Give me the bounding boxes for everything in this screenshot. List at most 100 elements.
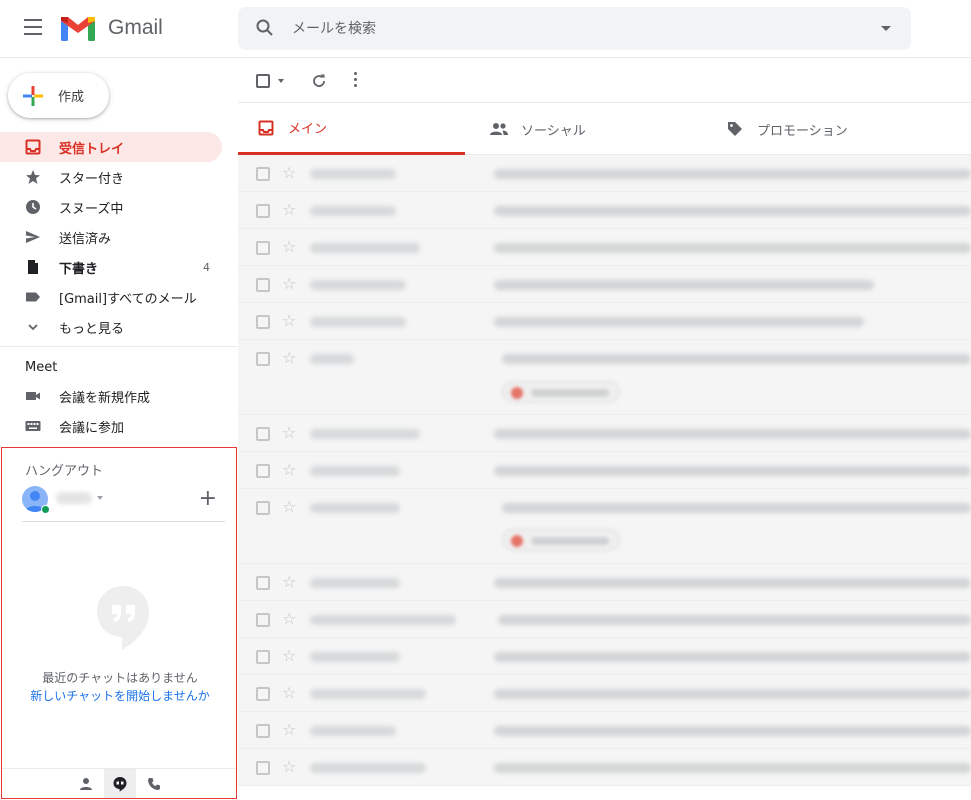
row-checkbox[interactable] [256,315,270,329]
star-toggle-icon[interactable]: ☆ [282,349,296,367]
email-row[interactable]: ☆ [238,266,971,303]
person-icon [80,777,92,790]
row-checkbox[interactable] [256,761,270,775]
email-row[interactable]: ☆ [238,415,971,452]
drafts-count: 4 [203,260,210,274]
select-all-checkbox[interactable] [256,74,270,88]
email-row[interactable]: ☆ [238,340,971,415]
email-row[interactable]: ☆ [238,452,971,489]
user-name-blurred[interactable] [56,492,92,504]
mail-toolbar [238,58,971,103]
star-toggle-icon[interactable]: ☆ [282,684,296,702]
compose-button[interactable]: 作成 [8,73,109,118]
star-icon [25,169,41,185]
row-checkbox[interactable] [256,241,270,255]
row-checkbox[interactable] [256,687,270,701]
start-chat-link[interactable]: 新しいチャットを開始しませんか [2,687,238,704]
star-toggle-icon[interactable]: ☆ [282,424,296,442]
sidebar-item-label: 受信トレイ [59,141,125,157]
phone-calls-button[interactable] [138,769,170,798]
star-toggle-icon[interactable]: ☆ [282,721,296,739]
sidebar-item-starred[interactable]: スター付き [0,162,222,192]
subject-blurred [494,466,971,476]
email-row[interactable]: ☆ [238,749,971,786]
main-menu-icon[interactable] [22,19,44,39]
email-row[interactable]: ☆ [238,229,971,266]
sender-blurred [310,466,400,476]
sidebar-item-snoozed[interactable]: スヌーズ中 [0,192,222,222]
chevron-down-icon [25,319,41,335]
search-options-icon[interactable] [881,26,891,31]
star-toggle-icon[interactable]: ☆ [282,461,296,479]
row-checkbox[interactable] [256,464,270,478]
refresh-icon[interactable] [310,72,328,90]
email-row[interactable]: ☆ [238,564,971,601]
star-toggle-icon[interactable]: ☆ [282,758,296,776]
email-row[interactable]: ☆ [238,192,971,229]
row-checkbox[interactable] [256,352,270,366]
top-header: Gmail [0,0,971,58]
email-row[interactable]: ☆ [238,303,971,340]
search-icon[interactable] [255,18,275,38]
sidebar-item-all-mail[interactable]: [Gmail]すべてのメール [0,282,222,312]
star-toggle-icon[interactable]: ☆ [282,164,296,182]
more-options-icon[interactable] [351,72,359,90]
star-toggle-icon[interactable]: ☆ [282,610,296,628]
status-dropdown-icon[interactable] [97,496,103,500]
row-checkbox[interactable] [256,613,270,627]
search-input[interactable] [292,7,852,50]
email-row[interactable]: ☆ [238,489,971,564]
subject-blurred [494,169,971,179]
sidebar-item-drafts[interactable]: 下書き 4 [0,252,222,282]
star-toggle-icon[interactable]: ☆ [282,312,296,330]
attachment-chip[interactable] [502,381,620,403]
email-row[interactable]: ☆ [238,675,971,712]
row-checkbox[interactable] [256,650,270,664]
row-checkbox[interactable] [256,576,270,590]
star-toggle-icon[interactable]: ☆ [282,275,296,293]
send-icon [25,229,41,245]
sidebar-item-label: スター付き [59,171,125,187]
row-checkbox[interactable] [256,501,270,515]
star-toggle-icon[interactable]: ☆ [282,573,296,591]
sidebar-item-join-meeting[interactable]: 会議に参加 [0,411,222,441]
contacts-button[interactable] [70,769,102,798]
conversations-button[interactable] [104,769,136,798]
tab-primary[interactable]: メイン [238,103,465,155]
sidebar-item-inbox[interactable]: 受信トレイ [0,132,222,162]
email-row[interactable]: ☆ [238,155,971,192]
sidebar-item-label: スヌーズ中 [59,201,124,217]
sender-blurred [310,503,400,513]
hangouts-icon [113,776,127,791]
hangouts-user-row: + [22,486,225,522]
email-row[interactable]: ☆ [238,601,971,638]
compose-label: 作成 [58,90,85,105]
star-toggle-icon[interactable]: ☆ [282,201,296,219]
tab-label: ソーシャル [521,123,586,139]
star-toggle-icon[interactable]: ☆ [282,498,296,516]
inbox-icon [25,139,41,155]
select-dropdown-icon[interactable] [278,79,284,83]
add-chat-icon[interactable]: + [199,488,217,510]
row-checkbox[interactable] [256,724,270,738]
email-row[interactable]: ☆ [238,712,971,749]
row-checkbox[interactable] [256,204,270,218]
star-toggle-icon[interactable]: ☆ [282,647,296,665]
row-checkbox[interactable] [256,427,270,441]
email-list: ☆ ☆ ☆ ☆ ☆ ☆ ☆ ☆ ☆ ☆ ☆ ☆ ☆ ☆ ☆ [238,155,971,786]
subject-blurred [494,429,971,439]
sidebar-item-more[interactable]: もっと見る [0,312,222,342]
search-bar [238,7,911,50]
sidebar-item-sent[interactable]: 送信済み [0,222,222,252]
row-checkbox[interactable] [256,167,270,181]
email-row[interactable]: ☆ [238,638,971,675]
sender-blurred [310,280,406,290]
attachment-chip[interactable] [502,529,620,551]
row-checkbox[interactable] [256,278,270,292]
keyboard-icon [25,418,41,434]
star-toggle-icon[interactable]: ☆ [282,238,296,256]
tab-social[interactable]: ソーシャル [471,103,701,155]
tab-promotions[interactable]: プロモーション [707,103,947,155]
sidebar-item-new-meeting[interactable]: 会議を新規作成 [0,381,222,411]
gmail-logo[interactable]: Gmail [60,14,163,42]
